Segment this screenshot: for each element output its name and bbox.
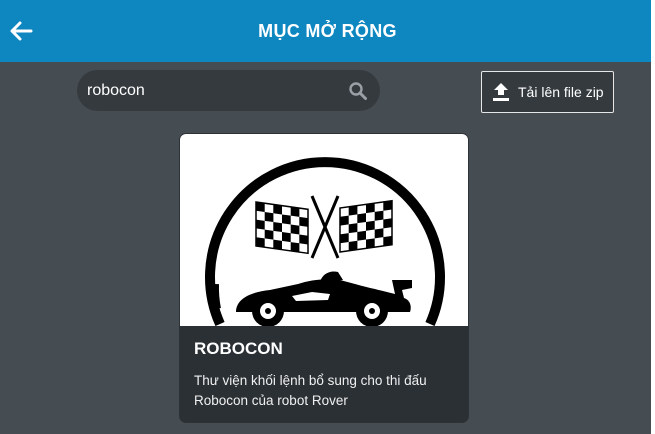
arrow-left-icon bbox=[10, 21, 33, 41]
upload-zip-button[interactable]: Tải lên file zip bbox=[481, 71, 614, 113]
extension-card-body: ROBOCON Thư viện khối lệnh bổ sung cho t… bbox=[180, 326, 468, 422]
window-edge bbox=[651, 0, 655, 434]
extension-card[interactable]: ROBOCON Thư viện khối lệnh bổ sung cho t… bbox=[179, 133, 469, 423]
upload-icon bbox=[493, 83, 509, 101]
extension-description: Thư viện khối lệnh bổ sung cho thi đấu R… bbox=[194, 373, 427, 408]
racing-flags-car-logo bbox=[205, 157, 445, 327]
extension-title: ROBOCON bbox=[194, 339, 283, 358]
search-box bbox=[77, 70, 380, 111]
header-bar: MỤC MỞ RỘNG bbox=[0, 0, 655, 62]
search-input[interactable] bbox=[87, 81, 348, 100]
extension-image bbox=[180, 134, 468, 327]
back-button[interactable] bbox=[4, 13, 38, 49]
search-icon[interactable] bbox=[348, 81, 368, 101]
upload-label: Tải lên file zip bbox=[518, 84, 604, 100]
page-title: MỤC MỞ RỘNG bbox=[258, 20, 397, 41]
